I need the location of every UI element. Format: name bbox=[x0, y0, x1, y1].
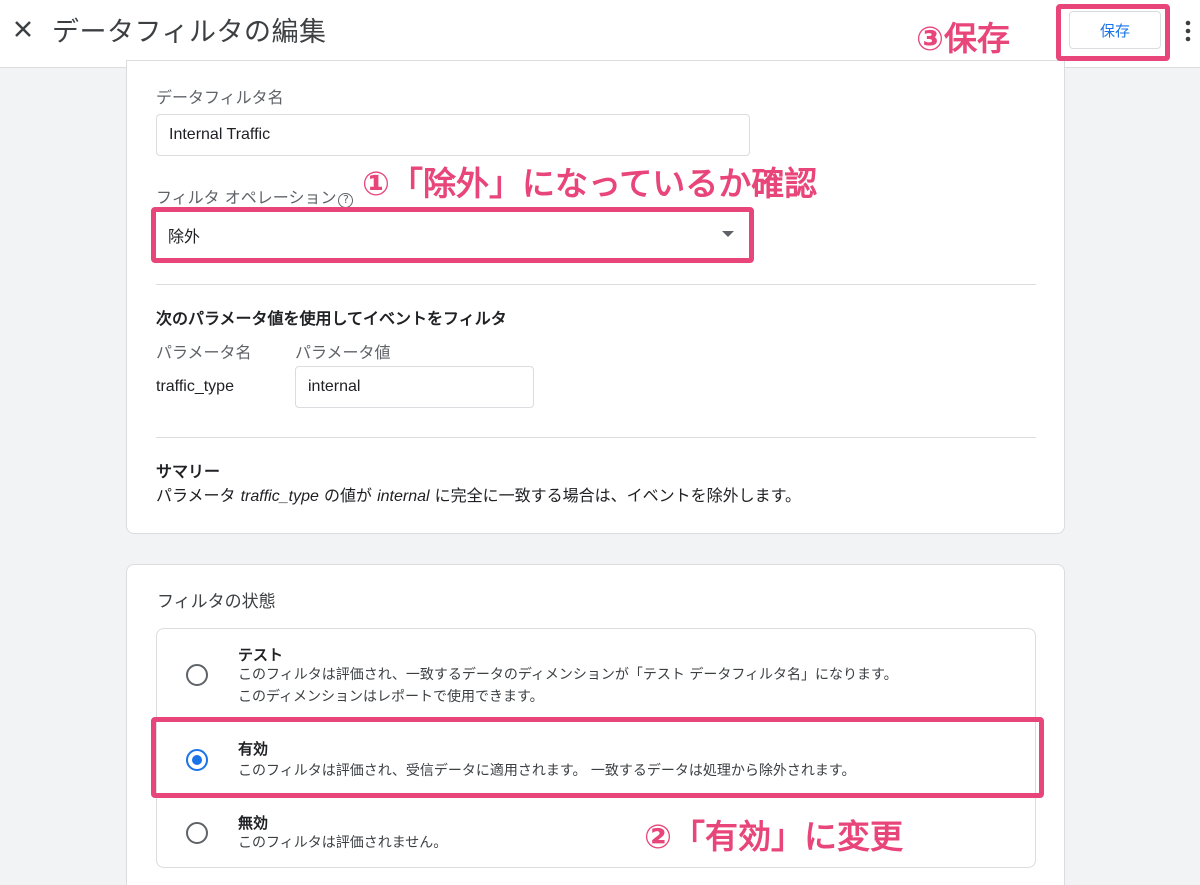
annotation-step1: ①「除外」になっているか確認 bbox=[362, 164, 818, 203]
summary-part1: パラメータ bbox=[156, 486, 241, 505]
option-test-desc-line2: このディメンションはレポートで使用できます。 bbox=[238, 689, 544, 705]
summary-text: パラメータ traffic_type の値が internal に完全に一致する… bbox=[156, 482, 801, 506]
summary-param-value: internal bbox=[377, 488, 430, 505]
summary-heading: サマリー bbox=[156, 462, 221, 481]
option-active-title: 有効 bbox=[238, 740, 269, 758]
filter-state-label: フィルタの状態 bbox=[157, 592, 276, 612]
option-active-desc: このフィルタは評価され、受信データに適用されます。 一致するデータは処理から除外… bbox=[238, 763, 856, 779]
radio-button-test[interactable] bbox=[186, 664, 208, 686]
close-icon[interactable] bbox=[8, 14, 38, 44]
page-title: データフィルタの編集 bbox=[52, 17, 327, 48]
filter-operation-value: 除外 bbox=[168, 227, 201, 246]
top-app-bar: データフィルタの編集 保存 bbox=[0, 0, 1200, 68]
filter-operation-label-text: フィルタ オペレーション bbox=[156, 188, 337, 207]
param-value-input[interactable]: internal bbox=[295, 366, 534, 408]
more-vert-icon[interactable] bbox=[1180, 18, 1196, 44]
summary-part2: の値が bbox=[318, 486, 378, 505]
divider bbox=[156, 284, 1036, 285]
dropdown-arrow-icon bbox=[722, 231, 734, 237]
help-icon[interactable]: ? bbox=[338, 193, 354, 208]
radio-option-inactive[interactable]: 無効 このフィルタは評価されません。 bbox=[156, 810, 1036, 860]
radio-option-test[interactable]: テスト このフィルタは評価され、一致するデータのディメンションが「テスト データ… bbox=[156, 640, 1036, 712]
filter-name-input[interactable]: Internal Traffic bbox=[156, 114, 750, 156]
divider bbox=[156, 437, 1036, 438]
option-inactive-title: 無効 bbox=[238, 814, 269, 832]
param-value-header: パラメータ値 bbox=[295, 343, 391, 362]
params-heading: 次のパラメータ値を使用してイベントをフィルタ bbox=[156, 309, 507, 328]
param-name-header: パラメータ名 bbox=[156, 343, 252, 362]
filter-operation-select[interactable]: 除外 bbox=[158, 214, 748, 256]
filter-name-label: データフィルタ名 bbox=[156, 88, 284, 107]
radio-button-active-selected[interactable] bbox=[186, 749, 208, 771]
param-name-value: traffic_type bbox=[156, 378, 234, 395]
radio-option-active[interactable]: 有効 このフィルタは評価され、受信データに適用されます。 一致するデータは処理か… bbox=[156, 734, 1036, 784]
radio-button-inactive[interactable] bbox=[186, 822, 208, 844]
summary-param-name: traffic_type bbox=[240, 488, 319, 505]
annotation-step3: ③保存 bbox=[916, 19, 1010, 58]
annotation-step2: ②「有効」に変更 bbox=[644, 817, 903, 856]
summary-part3: に完全に一致する場合は、イベントを除外します。 bbox=[429, 486, 802, 505]
save-button[interactable]: 保存 bbox=[1069, 11, 1161, 49]
filter-operation-label: フィルタ オペレーション? bbox=[156, 184, 354, 208]
option-test-desc-line1: このフィルタは評価され、一致するデータのディメンションが「テスト データフィルタ… bbox=[238, 667, 898, 683]
option-test-title: テスト bbox=[238, 646, 284, 664]
option-inactive-desc: このフィルタは評価されません。 bbox=[238, 835, 448, 851]
